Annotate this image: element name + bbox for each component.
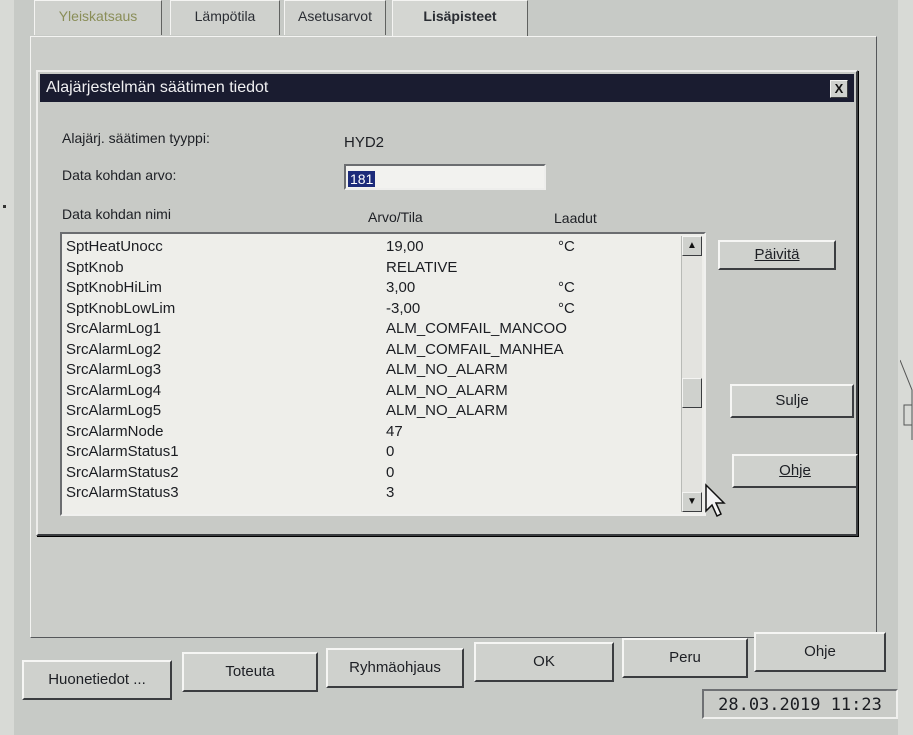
column-header-quality: Laadut [554, 210, 597, 226]
data-value-selection: 181 [348, 171, 376, 187]
mouse-pointer-icon [705, 483, 726, 518]
list-item-value: ALM_NO_ALARM [386, 381, 508, 399]
datetime-display: 28.03.2019 11:23 [702, 689, 898, 719]
cancel-button[interactable]: Peru [622, 638, 748, 678]
help-button[interactable]: Ohje [754, 632, 886, 672]
list-item-quality: °C [558, 279, 575, 296]
list-item[interactable]: SrcAlarmNode 47 [62, 423, 682, 440]
list-item[interactable]: SptKnobLowLim -3,00 °C [62, 300, 682, 317]
list-item-name: SrcAlarmLog2 [66, 340, 162, 358]
apply-button[interactable]: Toteuta [182, 652, 318, 692]
list-item-quality: °C [558, 299, 575, 317]
list-item-value: RELATIVE [386, 258, 458, 276]
list-item[interactable]: SrcAlarmLog3 ALM_NO_ALARM [62, 361, 682, 378]
scroll-down-icon[interactable]: ▼ [682, 492, 702, 512]
list-item[interactable]: SrcAlarmLog2 ALM_COMFAIL_MANHEA [62, 341, 682, 358]
list-item-name: SrcAlarmStatus2 [66, 463, 179, 481]
list-item[interactable]: SptHeatUnocc 19,00 °C [62, 238, 682, 255]
scroll-thumb[interactable] [682, 378, 702, 408]
list-item-name: SrcAlarmNode [66, 422, 164, 440]
list-item[interactable]: SptKnobHiLim 3,00 °C [62, 279, 682, 296]
room-info-button[interactable]: Huonetiedot ... [22, 660, 172, 700]
list-item-value: 19,00 [386, 238, 424, 255]
tab-temperature[interactable]: Lämpötila [170, 0, 280, 35]
dialog-titlebar: Alajärjestelmän säätimen tiedot X [40, 74, 854, 102]
list-scrollbar[interactable]: ▲ ▼ [681, 236, 702, 512]
list-item-name: SrcAlarmStatus3 [66, 484, 179, 501]
list-item-name: SrcAlarmStatus1 [66, 443, 179, 460]
list-item-value: ALM_COMFAIL_MANCOO [386, 320, 567, 337]
tab-additional-points[interactable]: Lisäpisteet [392, 0, 528, 39]
tab-overview[interactable]: Yleiskatsaus [34, 0, 162, 35]
list-item[interactable]: SrcAlarmLog5 ALM_NO_ALARM [62, 402, 682, 419]
list-item-value: 3 [386, 484, 395, 501]
screen-speck [3, 205, 6, 208]
list-item[interactable]: SrcAlarmStatus3 3 [62, 484, 682, 501]
close-button-label: Sulje [775, 392, 809, 409]
list-item-name: SrcAlarmLog5 [66, 402, 162, 419]
list-item[interactable]: SptKnob RELATIVE [62, 259, 682, 276]
dialog-help-button[interactable]: Ohje [732, 454, 858, 488]
list-item[interactable]: SrcAlarmStatus1 0 [62, 443, 682, 460]
list-item-value: 3,00 [386, 279, 416, 296]
controller-type-label: Alajärj. säätimen tyyppi: [62, 130, 210, 146]
column-header-name: Data kohdan nimi [62, 206, 171, 222]
column-header-value: Arvo/Tila [368, 209, 423, 225]
list-item-value: ALM_COMFAIL_MANHEA [386, 340, 564, 358]
list-item-name: SrcAlarmLog3 [66, 361, 162, 378]
controller-type-value: HYD2 [344, 134, 385, 151]
controller-info-dialog: Alajärjestelmän säätimen tiedot X Alajär… [36, 70, 858, 536]
list-item[interactable]: SrcAlarmLog4 ALM_NO_ALARM [62, 382, 682, 399]
group-control-button[interactable]: Ryhmäohjaus [326, 648, 464, 688]
background-window-edge [900, 359, 913, 440]
list-item-value: 47 [386, 422, 403, 440]
list-item-name: SptKnob [66, 258, 124, 276]
tab-setpoints[interactable]: Asetusarvot [284, 0, 386, 35]
data-value-label-text: Data kohdan arvo: [62, 167, 177, 183]
dialog-title: Alajärjestelmän säätimen tiedot [46, 79, 269, 96]
list-item-value: 0 [386, 463, 395, 481]
scroll-up-icon[interactable]: ▲ [682, 236, 702, 256]
list-item-name: SrcAlarmLog1 [66, 320, 162, 337]
data-value-label: Data kohdan arvo: [62, 167, 176, 183]
list-item-name: SptHeatUnocc [66, 238, 163, 255]
list-item[interactable]: SrcAlarmStatus2 0 [62, 464, 682, 481]
close-icon[interactable]: X [830, 80, 848, 98]
list-item-value: 0 [386, 443, 395, 460]
list-item-value: ALM_NO_ALARM [386, 361, 508, 378]
close-button[interactable]: Sulje [730, 384, 854, 418]
list-item-name: SptKnobLowLim [66, 299, 176, 317]
ok-button[interactable]: OK [474, 642, 614, 682]
refresh-button-label: Päivitä [754, 246, 800, 263]
list-item-value: -3,00 [386, 299, 421, 317]
list-item-name: SptKnobHiLim [66, 279, 162, 296]
data-points-list[interactable]: ▲ ▼ SptHeatUnocc 19,00 °C SptKnob RELATIVE Sp… [60, 232, 706, 516]
dialog-help-button-label: Ohje [779, 462, 811, 479]
list-item-value: ALM_NO_ALARM [386, 402, 508, 419]
data-value-input[interactable]: 181 [344, 164, 546, 190]
list-item-quality: °C [558, 238, 575, 255]
refresh-button[interactable]: Päivitä [718, 240, 836, 270]
list-item[interactable]: SrcAlarmLog1 ALM_COMFAIL_MANCOO [62, 320, 682, 337]
list-item-name: SrcAlarmLog4 [66, 381, 162, 399]
